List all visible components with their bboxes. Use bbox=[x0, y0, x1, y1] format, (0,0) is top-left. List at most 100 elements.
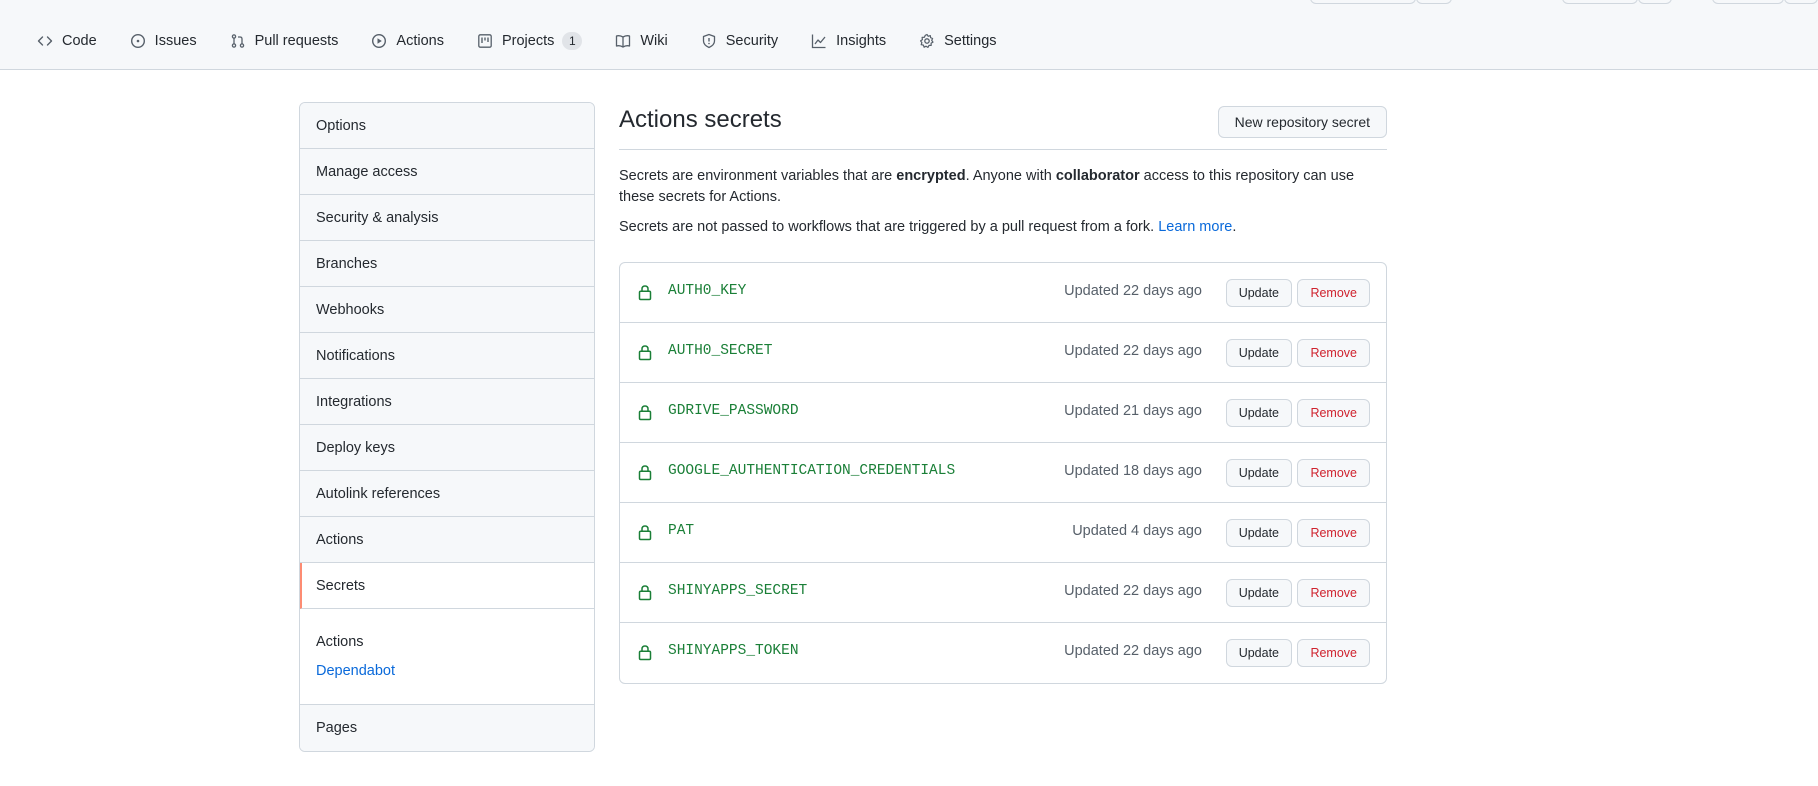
sidebar-item-autolink-references[interactable]: Autolink references bbox=[300, 471, 594, 517]
desc-text: Secrets are environment variables that a… bbox=[619, 168, 897, 184]
pull-request-icon bbox=[231, 34, 244, 48]
remove-secret-button[interactable]: Remove bbox=[1297, 639, 1370, 667]
sidebar-item-pages[interactable]: Pages bbox=[300, 705, 594, 751]
repo-header: Code Issues Pull requests Actions Projec… bbox=[0, 0, 1818, 70]
new-repository-secret-button[interactable]: New repository secret bbox=[1217, 106, 1387, 138]
tab-code[interactable]: Code bbox=[28, 29, 106, 53]
remove-secret-button[interactable]: Remove bbox=[1297, 579, 1370, 607]
remove-secret-button[interactable]: Remove bbox=[1297, 339, 1370, 367]
sidebar-item-integrations[interactable]: Integrations bbox=[300, 379, 594, 425]
secret-row: GOOGLE_AUTHENTICATION_CREDENTIALS Update… bbox=[620, 443, 1386, 503]
tab-actions[interactable]: Actions bbox=[362, 29, 453, 53]
learn-more-link[interactable]: Learn more bbox=[1158, 219, 1232, 235]
update-secret-button[interactable]: Update bbox=[1225, 399, 1292, 427]
star-count[interactable] bbox=[1638, 0, 1672, 4]
sidebar-item-secrets[interactable]: Secrets bbox=[300, 563, 594, 609]
tab-label: Issues bbox=[154, 33, 197, 49]
lock-icon bbox=[638, 345, 652, 361]
page-header: Actions secrets New repository secret bbox=[619, 102, 1387, 150]
tab-label: Insights bbox=[836, 33, 887, 49]
sidebar-item-actions[interactable]: Actions bbox=[300, 517, 594, 563]
secret-updated: Updated 22 days ago bbox=[1064, 283, 1202, 299]
remove-secret-button[interactable]: Remove bbox=[1297, 459, 1370, 487]
watch-button[interactable] bbox=[1310, 0, 1416, 4]
tab-settings[interactable]: Settings bbox=[910, 29, 1005, 53]
tab-insights[interactable]: Insights bbox=[802, 29, 895, 53]
remove-secret-button[interactable]: Remove bbox=[1297, 399, 1370, 427]
notice-text: . bbox=[1232, 219, 1237, 235]
projects-count-badge: 1 bbox=[562, 32, 583, 50]
play-icon bbox=[372, 33, 387, 49]
update-secret-button[interactable]: Update bbox=[1225, 459, 1292, 487]
desc-emphasis: encrypted bbox=[896, 168, 966, 184]
tab-label: Code bbox=[62, 33, 97, 49]
desc-emphasis: collaborator bbox=[1055, 168, 1140, 184]
lock-icon bbox=[638, 525, 652, 541]
sidebar-item-webhooks[interactable]: Webhooks bbox=[300, 287, 594, 333]
secret-row: AUTH0_SECRET Updated 22 days ago Update … bbox=[620, 323, 1386, 383]
remove-secret-button[interactable]: Remove bbox=[1297, 279, 1370, 307]
fork-button[interactable] bbox=[1712, 0, 1784, 4]
fork-notice: Secrets are not passed to workflows that… bbox=[619, 217, 1387, 238]
secret-row: SHINYAPPS_TOKEN Updated 22 days ago Upda… bbox=[620, 623, 1386, 683]
tab-label: Settings bbox=[944, 33, 997, 49]
secret-row: GDRIVE_PASSWORD Updated 21 days ago Upda… bbox=[620, 383, 1386, 443]
shield-icon bbox=[702, 33, 715, 49]
tab-label: Projects bbox=[501, 33, 555, 49]
submenu-item-actions[interactable]: Actions bbox=[316, 628, 594, 657]
secret-updated: Updated 18 days ago bbox=[1064, 463, 1202, 479]
secrets-description: Secrets are environment variables that a… bbox=[619, 166, 1387, 208]
tab-label: Wiki bbox=[640, 33, 668, 49]
repo-nav-tabs: Code Issues Pull requests Actions Projec… bbox=[28, 28, 1021, 54]
secret-updated: Updated 4 days ago bbox=[1072, 523, 1202, 539]
update-secret-button[interactable]: Update bbox=[1225, 279, 1292, 307]
tab-wiki[interactable]: Wiki bbox=[606, 29, 676, 53]
tab-security[interactable]: Security bbox=[692, 29, 787, 53]
update-secret-button[interactable]: Update bbox=[1225, 519, 1292, 547]
sidebar-item-branches[interactable]: Branches bbox=[300, 241, 594, 287]
project-icon bbox=[478, 34, 492, 48]
secrets-submenu: Actions Dependabot bbox=[300, 609, 594, 705]
secret-updated: Updated 21 days ago bbox=[1064, 403, 1202, 419]
tab-pull-requests[interactable]: Pull requests bbox=[221, 29, 348, 53]
secret-updated: Updated 22 days ago bbox=[1064, 343, 1202, 359]
lock-icon bbox=[638, 645, 652, 661]
tab-label: Pull requests bbox=[254, 33, 339, 49]
secrets-list: AUTH0_KEY Updated 22 days ago Update Rem… bbox=[619, 262, 1387, 684]
sidebar-item-deploy-keys[interactable]: Deploy keys bbox=[300, 425, 594, 471]
update-secret-button[interactable]: Update bbox=[1225, 579, 1292, 607]
secret-name: AUTH0_SECRET bbox=[668, 343, 773, 359]
secret-updated: Updated 22 days ago bbox=[1064, 583, 1202, 599]
lock-icon bbox=[638, 465, 652, 481]
desc-text: . Anyone with bbox=[965, 168, 1056, 184]
tab-label: Actions bbox=[396, 33, 444, 49]
update-secret-button[interactable]: Update bbox=[1225, 339, 1292, 367]
secret-name: GOOGLE_AUTHENTICATION_CREDENTIALS bbox=[668, 463, 956, 479]
tab-projects[interactable]: Projects 1 bbox=[468, 28, 591, 54]
notice-text: Secrets are not passed to workflows that… bbox=[619, 219, 1159, 235]
sidebar-item-security-analysis[interactable]: Security & analysis bbox=[300, 195, 594, 241]
tab-label: Security bbox=[725, 33, 779, 49]
graph-icon bbox=[812, 34, 826, 49]
secret-name: GDRIVE_PASSWORD bbox=[668, 403, 799, 419]
sidebar-item-options[interactable]: Options bbox=[300, 103, 594, 149]
secret-updated: Updated 22 days ago bbox=[1064, 643, 1202, 659]
secret-row: SHINYAPPS_SECRET Updated 22 days ago Upd… bbox=[620, 563, 1386, 623]
secret-name: PAT bbox=[668, 523, 695, 539]
lock-icon bbox=[638, 585, 652, 601]
secret-name: SHINYAPPS_TOKEN bbox=[668, 643, 799, 659]
fork-count[interactable] bbox=[1784, 0, 1818, 4]
gear-icon bbox=[920, 33, 934, 48]
lock-icon bbox=[638, 405, 652, 421]
code-icon bbox=[37, 36, 53, 46]
secret-row: PAT Updated 4 days ago Update Remove bbox=[620, 503, 1386, 563]
tab-issues[interactable]: Issues bbox=[121, 29, 206, 53]
remove-secret-button[interactable]: Remove bbox=[1297, 519, 1370, 547]
watch-count[interactable] bbox=[1416, 0, 1452, 4]
secret-name: SHINYAPPS_SECRET bbox=[668, 583, 808, 599]
submenu-item-dependabot[interactable]: Dependabot bbox=[316, 657, 594, 686]
sidebar-item-notifications[interactable]: Notifications bbox=[300, 333, 594, 379]
update-secret-button[interactable]: Update bbox=[1225, 639, 1292, 667]
star-button[interactable] bbox=[1562, 0, 1638, 4]
sidebar-item-manage-access[interactable]: Manage access bbox=[300, 149, 594, 195]
